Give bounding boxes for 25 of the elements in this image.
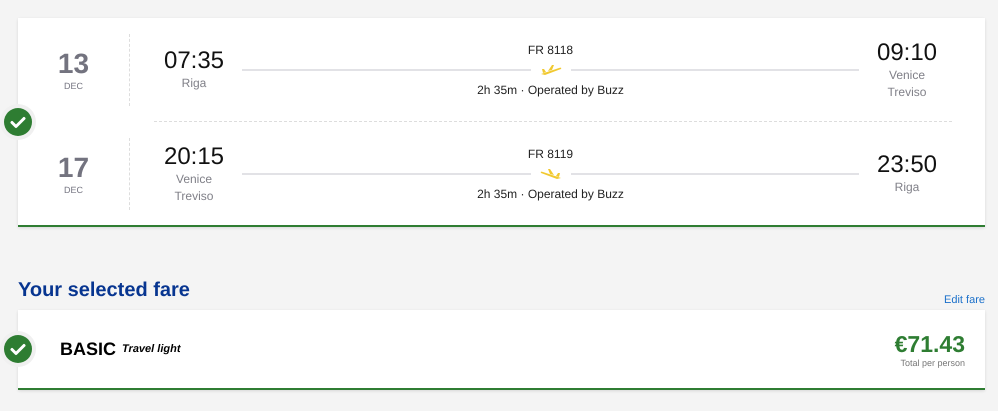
- flight-number: FR 8118: [528, 42, 574, 56]
- arrival-time: 23:50: [876, 151, 938, 179]
- departure-time: 07:35: [164, 47, 224, 75]
- arrival-city: Treviso: [888, 84, 926, 100]
- departure-time: 20:15: [164, 142, 224, 170]
- date-day: 13: [58, 48, 90, 78]
- departure-city: Riga: [182, 75, 206, 92]
- plane-icon: [538, 166, 562, 180]
- arrival-time: 09:10: [876, 38, 938, 66]
- fare-name: BASIC: [60, 338, 116, 360]
- flight-info: 2h 35m · Operated by Buzz: [477, 186, 624, 200]
- fare-tagline: Travel light: [122, 343, 180, 355]
- flight-info: 2h 35m · Operated by Buzz: [477, 82, 624, 96]
- arrival-city: Venice: [888, 66, 926, 84]
- arrival-city: Riga: [894, 179, 920, 196]
- departure-city: Treviso: [174, 188, 214, 204]
- edit-fare-link[interactable]: Edit fare: [944, 294, 985, 306]
- date-day: 17: [58, 152, 90, 182]
- date-month: DEC: [64, 184, 83, 194]
- flight-number: FR 8119: [528, 146, 574, 160]
- departure-city: Venice: [176, 170, 212, 188]
- price-note: Total per person: [900, 358, 965, 368]
- fare-price: €71.43: [894, 330, 965, 358]
- date-month: DEC: [64, 80, 83, 90]
- section-title: Your selected fare: [18, 279, 190, 302]
